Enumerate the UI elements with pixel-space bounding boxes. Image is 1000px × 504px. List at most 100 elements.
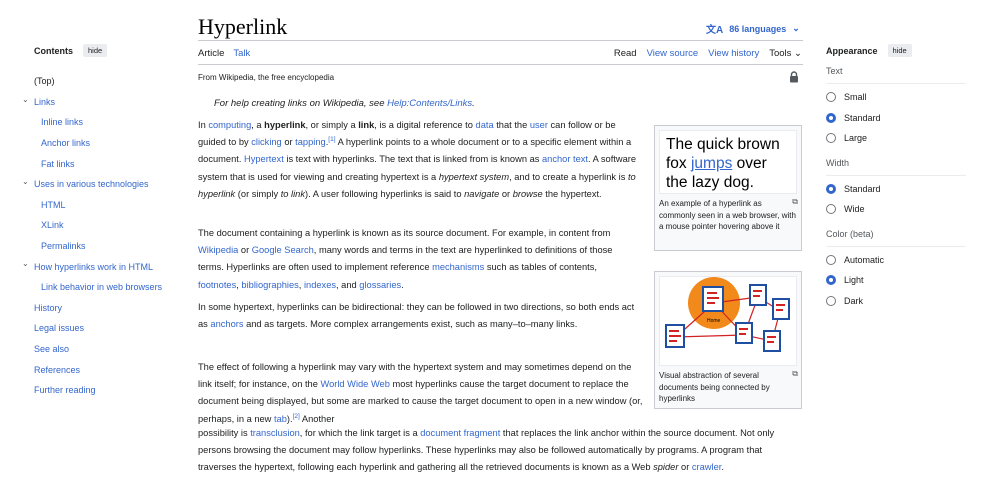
link-user[interactable]: user xyxy=(530,120,548,130)
toc-item-html[interactable]: HTML xyxy=(22,195,182,216)
text-size-large-option[interactable]: Large xyxy=(826,128,966,149)
link-google-search[interactable]: Google Search xyxy=(252,245,314,255)
page-title: Hyperlink xyxy=(198,14,288,39)
tab-talk[interactable]: Talk xyxy=(233,48,250,59)
radio-button[interactable] xyxy=(826,92,836,103)
enlarge-icon[interactable]: ⧉ xyxy=(792,368,798,380)
link-anchors[interactable]: anchors xyxy=(210,319,243,329)
chevron-down-icon[interactable]: ⌄ xyxy=(22,177,29,185)
toc-hide-button[interactable]: hide xyxy=(83,44,108,57)
width-wide-option[interactable]: Wide xyxy=(826,199,966,220)
link-document-fragment[interactable]: document fragment xyxy=(420,428,500,438)
site-subtitle: From Wikipedia, the free encyclopedia xyxy=(198,73,335,82)
language-button[interactable]: 文A 86 languages ⌄ xyxy=(706,21,800,36)
paragraph-effect: The effect of following a hyperlink may … xyxy=(198,362,643,424)
link-computing[interactable]: computing xyxy=(208,120,251,130)
radio-button[interactable] xyxy=(826,254,836,265)
appearance-header: Appearance hide xyxy=(826,44,966,57)
hatnote-link[interactable]: Help:Contents/Links xyxy=(387,98,472,109)
radio-button[interactable] xyxy=(826,112,836,123)
link-data[interactable]: data xyxy=(476,120,494,130)
radio-button[interactable] xyxy=(826,275,836,286)
citation-2[interactable]: [2] xyxy=(293,413,300,420)
link-hypertext[interactable]: Hypertext xyxy=(244,154,284,164)
link-clicking[interactable]: clicking xyxy=(251,137,281,147)
citation-1[interactable]: [1] xyxy=(328,136,335,143)
link-world-wide-web[interactable]: World Wide Web xyxy=(320,379,389,389)
link-wikipedia[interactable]: Wikipedia xyxy=(198,245,238,255)
toc-item-xlink[interactable]: XLink xyxy=(22,215,182,236)
text-size-small-option[interactable]: Small xyxy=(826,87,966,108)
toc-item-label[interactable]: Link behavior in web browsers xyxy=(41,282,162,292)
link-bibliographies[interactable]: bibliographies xyxy=(241,280,298,290)
link-mechanisms[interactable]: mechanisms xyxy=(432,262,484,272)
lock-icon[interactable] xyxy=(789,71,799,83)
toc-item-fat-links[interactable]: Fat links xyxy=(22,153,182,174)
toc-item-label[interactable]: XLink xyxy=(41,220,64,230)
link-glossaries[interactable]: glossaries xyxy=(359,280,401,290)
tab-article[interactable]: Article xyxy=(198,48,224,59)
toc-header: Contents hide xyxy=(34,44,182,57)
link-footnotes[interactable]: footnotes xyxy=(198,280,236,290)
hatnote: For help creating links on Wikipedia, se… xyxy=(214,98,475,109)
link-tab[interactable]: tab xyxy=(274,414,287,424)
toc-item-references[interactable]: References xyxy=(22,359,182,380)
radio-button[interactable] xyxy=(826,295,836,306)
color-dark-option[interactable]: Dark xyxy=(826,291,966,312)
chevron-down-icon[interactable]: ⌄ xyxy=(22,95,29,103)
width-standard-option[interactable]: Standard xyxy=(826,179,966,200)
radio-button[interactable] xyxy=(826,204,836,215)
toc-item-label: (Top) xyxy=(34,76,55,87)
link-transclusion[interactable]: transclusion xyxy=(250,428,300,438)
appearance-hide-button[interactable]: hide xyxy=(887,44,912,57)
tab-view-history[interactable]: View history xyxy=(708,48,759,59)
toc-item-label[interactable]: See also xyxy=(34,344,69,354)
tab-view-source[interactable]: View source xyxy=(647,48,699,59)
toc-item-label[interactable]: References xyxy=(34,365,80,375)
toc-item-how-hyperlinks-work[interactable]: ⌄ How hyperlinks work in HTML xyxy=(22,256,182,277)
color-light-option[interactable]: Light xyxy=(826,270,966,291)
figure-caption: Visual abstraction of several documents … xyxy=(659,368,798,403)
link-anchor-text[interactable]: anchor text xyxy=(542,154,588,164)
toc-item-see-also[interactable]: See also xyxy=(22,339,182,360)
toc-item-label[interactable]: Anchor links xyxy=(41,138,90,148)
toc-item-permalinks[interactable]: Permalinks xyxy=(22,236,182,257)
toc-item-label[interactable]: How hyperlinks work in HTML xyxy=(34,262,153,272)
link-indexes[interactable]: indexes xyxy=(304,280,336,290)
toc-item-label[interactable]: Legal issues xyxy=(34,323,84,333)
toc-item-label[interactable]: Fat links xyxy=(41,159,75,169)
toc-item-legal[interactable]: Legal issues xyxy=(22,318,182,339)
text-size-standard-option[interactable]: Standard xyxy=(826,108,966,129)
toc-item-label[interactable]: Uses in various technologies xyxy=(34,179,149,189)
toc-item-label[interactable]: HTML xyxy=(41,200,66,210)
chevron-down-icon[interactable]: ⌄ xyxy=(22,260,29,268)
toc-item-inline-links[interactable]: Inline links xyxy=(22,112,182,133)
toc-item-link-behavior[interactable]: Link behavior in web browsers xyxy=(22,277,182,298)
link-crawler[interactable]: crawler xyxy=(692,462,721,472)
toc-item-uses[interactable]: ⌄ Uses in various technologies xyxy=(22,174,182,195)
tab-read[interactable]: Read xyxy=(614,48,637,59)
toc-item-label[interactable]: Links xyxy=(34,97,55,107)
radio-button[interactable] xyxy=(826,183,836,194)
color-automatic-option[interactable]: Automatic xyxy=(826,250,966,271)
tabs-divider xyxy=(198,64,803,65)
figure-image[interactable]: The quick brown fox jumps over the lazy … xyxy=(659,130,797,194)
toc-item-links[interactable]: ⌄ Links xyxy=(22,92,182,113)
toc-item-history[interactable]: History xyxy=(22,298,182,319)
toc-item-label[interactable]: Further reading xyxy=(34,385,96,395)
toc-item-anchor-links[interactable]: Anchor links xyxy=(22,133,182,154)
radio-button[interactable] xyxy=(826,133,836,144)
toc-item-label[interactable]: Inline links xyxy=(41,117,83,127)
enlarge-icon[interactable]: ⧉ xyxy=(792,196,798,208)
paragraph-bidirectional: In some hypertext, hyperlinks can be bid… xyxy=(198,302,635,330)
tools-menu[interactable]: Tools ⌄ xyxy=(769,48,802,59)
toc-item-top[interactable]: (Top) xyxy=(22,71,182,92)
hatnote-text: For help creating links on Wikipedia, se… xyxy=(214,98,388,109)
link-tapping[interactable]: tapping xyxy=(295,137,326,147)
toc-item-label[interactable]: Permalinks xyxy=(41,241,86,251)
toc-item-further-reading[interactable]: Further reading xyxy=(22,380,182,401)
figure-hyperlink-diagram: Home Visual abstraction of several docum… xyxy=(654,271,802,409)
chevron-down-icon: ⌄ xyxy=(792,23,800,33)
toc-item-label[interactable]: History xyxy=(34,303,62,313)
figure-image[interactable]: Home xyxy=(659,276,797,366)
